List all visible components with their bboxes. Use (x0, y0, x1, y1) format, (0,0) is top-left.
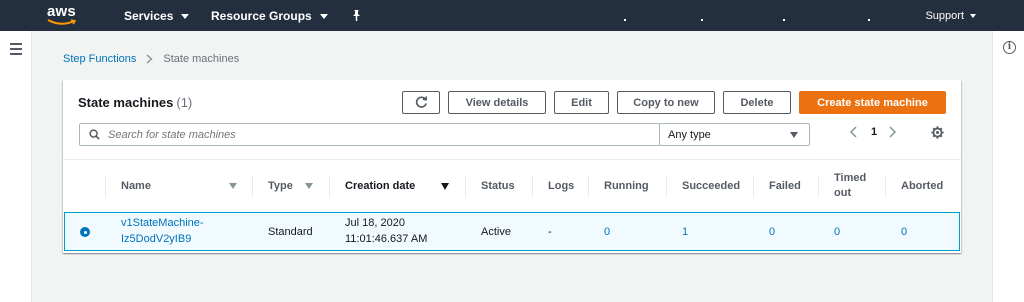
cell-failed[interactable]: 0 (769, 224, 775, 240)
chevron-right-icon (146, 54, 153, 64)
copy-to-new-button[interactable]: Copy to new (617, 91, 715, 114)
right-sidebar: i (992, 31, 1024, 302)
sort-icon[interactable] (229, 183, 237, 189)
view-details-button[interactable]: View details (448, 91, 546, 114)
column-header-type[interactable]: Type (268, 160, 293, 212)
left-sidebar (0, 31, 32, 302)
column-separator (465, 176, 466, 198)
sort-descending-icon[interactable] (441, 183, 449, 190)
column-separator (532, 176, 533, 198)
edit-button[interactable]: Edit (554, 91, 609, 114)
cell-running[interactable]: 0 (604, 224, 610, 240)
info-icon[interactable]: i (1003, 41, 1016, 54)
chevron-left-icon[interactable] (849, 125, 859, 139)
panel-title: State machines (1) (78, 95, 192, 110)
column-header-timed-out-line2: out (834, 187, 852, 199)
column-header-timed-out: Timed out (834, 160, 866, 212)
pagination: 1 (849, 125, 897, 139)
column-header-timed-out-line1: Timed (834, 172, 867, 184)
cell-logs: - (548, 226, 552, 238)
panel-count: (1) (176, 95, 193, 110)
state-machine-name-link[interactable]: v1StateMachine- Iz5DodV2yIB9 (121, 215, 204, 247)
column-separator (588, 176, 589, 198)
column-separator (666, 176, 667, 198)
column-separator (252, 176, 253, 198)
column-header-logs: Logs (548, 180, 575, 192)
refresh-button[interactable] (402, 91, 440, 114)
column-header-creation-date[interactable]: Creation date (345, 160, 415, 212)
nav-dot (868, 19, 870, 21)
column-separator (818, 176, 819, 198)
panel-title-text: State machines (78, 95, 174, 110)
cell-date-line2: 11:01:46.637 AM (345, 233, 428, 245)
support-label: Support (925, 10, 964, 22)
breadcrumb-step-functions[interactable]: Step Functions (63, 53, 136, 65)
support-menu[interactable]: Support (925, 10, 976, 22)
refresh-icon (415, 96, 427, 108)
column-header-name[interactable]: Name (121, 160, 151, 212)
cell-timed-out[interactable]: 0 (834, 224, 840, 240)
resource-groups-label: Resource Groups (211, 9, 312, 23)
row-radio-selected[interactable] (80, 227, 90, 237)
column-separator (105, 176, 106, 198)
search-icon (89, 129, 100, 140)
table-row[interactable]: v1StateMachine- Iz5DodV2yIB9 Standard Ju… (64, 212, 960, 251)
column-separator (885, 176, 886, 198)
services-label: Services (124, 9, 174, 23)
state-machines-panel: State machines (1) View details Edit Copy… (63, 80, 961, 253)
type-filter-select[interactable]: Any type (659, 123, 810, 146)
column-header-running: Running (604, 180, 649, 192)
cell-type: Standard (268, 226, 313, 238)
column-header-status: Status (481, 180, 515, 192)
nav-dot (701, 19, 703, 21)
resource-groups-menu[interactable]: Resource Groups (211, 9, 328, 23)
sort-icon[interactable] (305, 183, 313, 189)
chevron-right-icon[interactable] (887, 125, 897, 139)
chevron-down-icon (181, 13, 190, 19)
nav-dot (783, 19, 785, 21)
state-machine-name-line2: Iz5DodV2yIB9 (121, 233, 192, 245)
delete-button[interactable]: Delete (723, 91, 791, 114)
column-header-failed: Failed (769, 180, 801, 192)
nav-dot (624, 19, 626, 21)
top-navigation: aws Services Resource Groups Support (0, 0, 1024, 31)
hamburger-icon[interactable] (10, 43, 22, 58)
logo-smile-icon (47, 19, 77, 25)
cell-date-line1: Jul 18, 2020 (345, 217, 405, 229)
chevron-down-icon (319, 13, 328, 19)
table-header: Name Type Creation date Status Logs Runn… (63, 159, 961, 213)
chevron-down-icon (790, 132, 798, 138)
logo-text: aws (47, 3, 76, 20)
chevron-down-icon (970, 14, 976, 18)
column-header-aborted: Aborted (901, 180, 944, 192)
column-separator (753, 176, 754, 198)
type-filter-value: Any type (668, 128, 711, 141)
breadcrumb: Step Functions State machines (63, 53, 239, 65)
cell-creation-date: Jul 18, 2020 11:01:46.637 AM (345, 215, 427, 247)
aws-logo[interactable]: aws (47, 3, 83, 29)
create-state-machine-button[interactable]: Create state machine (799, 91, 946, 114)
page-number[interactable]: 1 (871, 126, 877, 138)
search-input[interactable] (108, 128, 628, 141)
pin-icon[interactable] (350, 9, 362, 22)
breadcrumb-current: State machines (163, 53, 240, 65)
services-menu[interactable]: Services (124, 9, 190, 23)
cell-status: Active (481, 226, 511, 238)
column-header-succeeded: Succeeded (682, 180, 741, 192)
column-separator (329, 176, 330, 198)
gear-icon[interactable] (931, 126, 944, 139)
search-field[interactable] (79, 123, 660, 146)
cell-succeeded[interactable]: 1 (682, 224, 688, 240)
cell-aborted[interactable]: 0 (901, 224, 907, 240)
state-machine-name-line1: v1StateMachine- (121, 217, 204, 229)
